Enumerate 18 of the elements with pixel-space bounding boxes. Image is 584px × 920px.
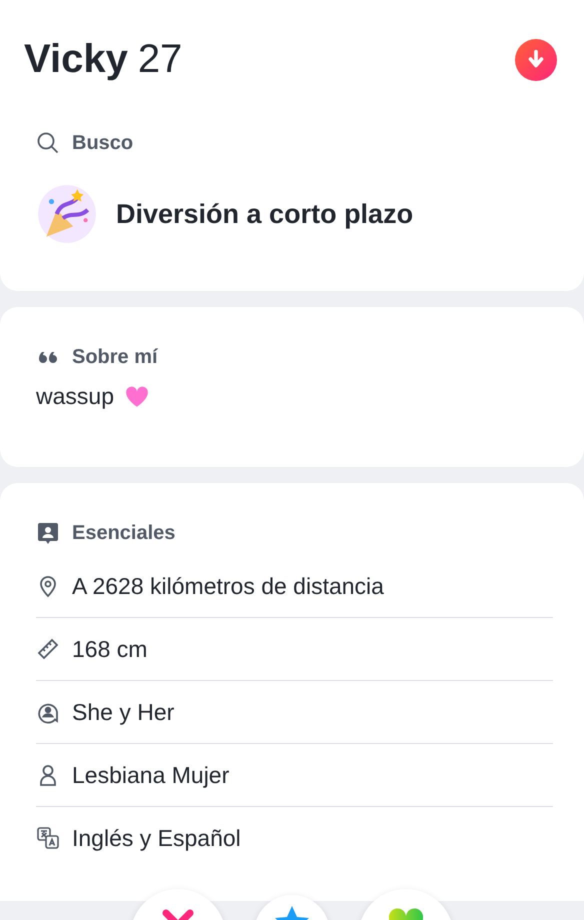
profile-badge-icon [36,521,60,545]
essential-text: Inglés y Español [72,824,241,852]
section-title: Sobre mí [72,346,158,368]
heart-icon [124,384,150,410]
party-popper-drawing [36,183,98,245]
collapse-button[interactable] [515,38,557,80]
translate-icon [36,826,60,850]
bio-text: wassup [36,383,114,410]
looking-for-value: Diversión a corto plazo [116,198,414,230]
section-title: Busco [72,132,134,154]
essential-text: 168 cm [72,636,148,662]
essential-text: A 2628 kilómetros de distancia [72,572,384,600]
essential-text: She y Her [72,698,174,726]
ruler-icon [36,637,60,661]
essential-text: Lesbiana Mujer [72,762,230,788]
profile-name: Vicky 27 [24,37,182,82]
search-icon [36,131,60,155]
section-title: Esenciales [72,522,176,544]
